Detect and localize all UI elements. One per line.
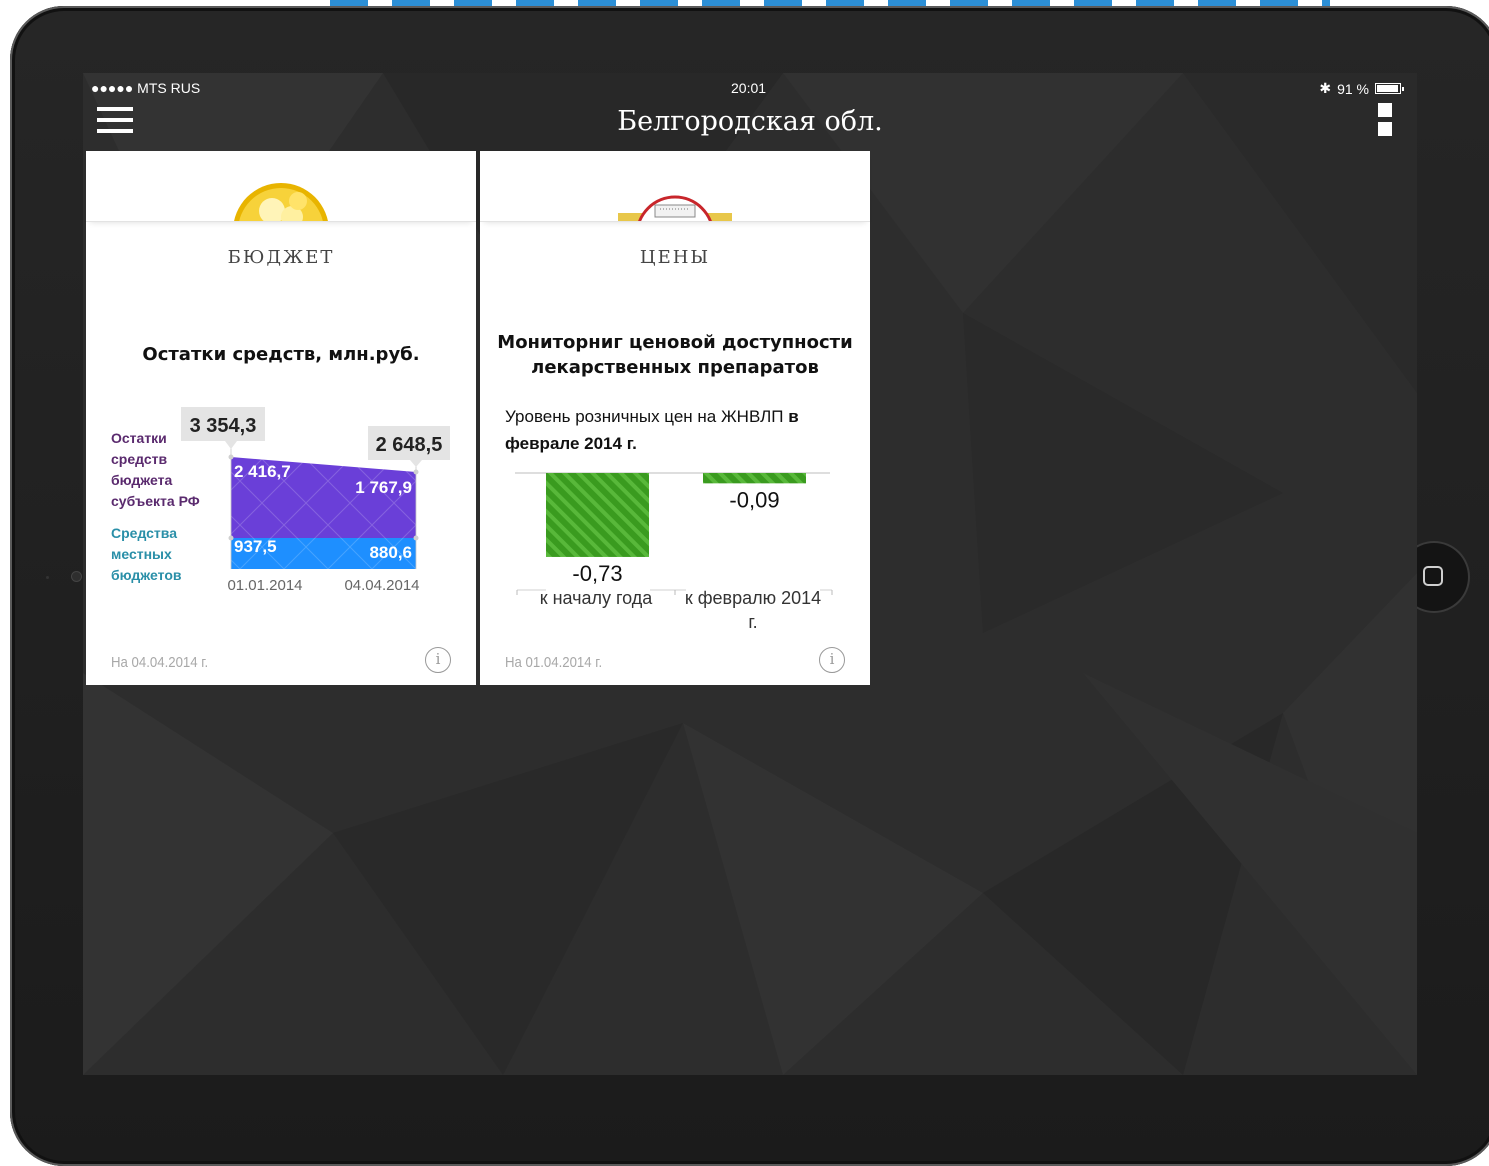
svg-text:средств: средств [111, 451, 167, 467]
carrier-label: ●●●●● MTS RUS [91, 80, 201, 96]
budget-chart: 3 354,3 2 648,5 2 416,7 1 767,9 937,5 88… [111, 407, 450, 594]
battery-icon [1375, 83, 1404, 94]
local-label-2: 880,6 [369, 543, 412, 562]
status-time: 20:01 [731, 80, 767, 96]
bar-value-label-2: -0,09 [729, 487, 779, 512]
x-tick-label-2: 04.04.2014 [344, 577, 419, 594]
prices-card[interactable]: ЦЕНЫ Мониторниг ценовой доступности лека… [480, 151, 870, 685]
prices-chart: -0,73-0,09 к началу года к февралю 2014 … [515, 472, 833, 632]
layout-toggle-icon[interactable] [1378, 103, 1392, 139]
x-tick-label-1: 01.01.2014 [227, 577, 302, 594]
total-label-2: 2 648,5 [376, 434, 443, 456]
status-bar: ●●●●● MTS RUS 20:01 ✱ 91 % [83, 73, 1417, 99]
budget-label-1: 2 416,7 [234, 462, 291, 481]
sensor-dot [46, 576, 49, 579]
svg-text:Средства: Средства [111, 525, 177, 541]
legend-budget: Остатки средств бюджета субъекта РФ [111, 430, 200, 509]
bar-2 [703, 473, 806, 484]
svg-text:бюджетов: бюджетов [111, 567, 182, 583]
card-footer-date: На 01.04.2014 г. [505, 654, 603, 671]
home-square-icon [1423, 566, 1443, 586]
legend-local: Средства местных бюджетов [111, 525, 182, 583]
page-title: Белгородская обл. [617, 106, 883, 137]
svg-text:субъекта РФ: субъекта РФ [111, 493, 200, 509]
budget-card[interactable]: БЮДЖЕТ Остатки средств, млн.руб. 3 354,3 [86, 151, 476, 685]
bluetooth-icon: ✱ [1319, 80, 1332, 96]
app-screen: ●●●●● MTS RUS 20:01 ✱ 91 % Белгородская … [83, 73, 1417, 1075]
svg-text:Остатки: Остатки [111, 430, 167, 446]
svg-text:бюджета: бюджета [111, 472, 173, 488]
bar-value-label-1: -0,73 [572, 561, 622, 586]
x-tick-label-2-line2: г. [748, 612, 757, 632]
camera-icon [72, 572, 81, 581]
bar-1 [546, 473, 649, 557]
local-label-1: 937,5 [234, 537, 277, 556]
svg-text:местных: местных [111, 546, 172, 562]
info-icon[interactable]: i [425, 647, 451, 673]
battery-percent: 91 % [1337, 80, 1369, 97]
budget-label-2: 1 767,9 [355, 478, 412, 497]
total-label-1: 3 354,3 [190, 415, 257, 437]
card-footer-date: На 04.04.2014 г. [111, 654, 209, 671]
x-tick-label-2: к февралю 2014 [685, 588, 821, 608]
info-icon[interactable]: i [819, 647, 845, 673]
x-tick-label-1: к началу года [540, 588, 654, 608]
